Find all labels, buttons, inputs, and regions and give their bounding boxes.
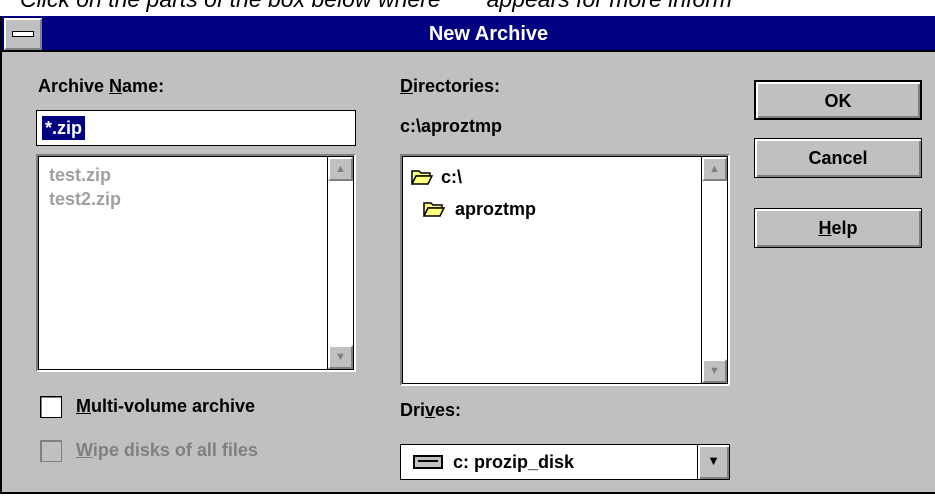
dropdown-arrow-icon[interactable]: ▼ — [697, 445, 729, 479]
help-text-before: Click on the parts of the box below wher… — [20, 0, 441, 12]
list-item[interactable]: test.zip — [49, 165, 111, 186]
directory-item-root[interactable]: c:\ — [441, 167, 462, 188]
scroll-up-arrow-icon[interactable]: ▲ — [328, 157, 353, 181]
directories-label: Directories: — [400, 76, 501, 96]
list-item[interactable]: test2.zip — [49, 189, 121, 210]
new-archive-dialog: New Archive Archive Name: *.zip test.zip… — [0, 16, 935, 494]
directory-list[interactable]: c:\ aproztmp ▲ ▼ — [400, 154, 730, 386]
drives-label: Drives: — [400, 400, 462, 420]
scroll-down-arrow-icon[interactable]: ▼ — [702, 359, 727, 383]
directory-item-aproztmp[interactable]: aproztmp — [455, 199, 536, 220]
archive-file-list[interactable]: test.zip test2.zip ▲ ▼ — [36, 154, 356, 372]
archive-name-value: *.zip — [40, 115, 87, 141]
archive-name-input[interactable]: *.zip — [36, 110, 356, 146]
open-folder-icon — [411, 170, 433, 185]
current-directory-path: c:\aproztmp — [400, 116, 503, 136]
scroll-down-arrow-icon[interactable]: ▼ — [328, 345, 353, 369]
help-text-after: appears for more inform — [487, 0, 732, 12]
help-instruction-text: Click on the parts of the box below wher… — [20, 0, 935, 16]
cancel-button[interactable]: Cancel — [754, 138, 922, 178]
hard-drive-icon — [413, 455, 443, 469]
wipe-disks-label: Wipe disks of all files — [76, 440, 258, 460]
multi-volume-checkbox[interactable] — [40, 396, 62, 418]
open-folder-icon — [423, 202, 445, 217]
dialog-title: New Archive — [428, 23, 549, 45]
drives-select[interactable]: c: prozip_disk ▼ — [400, 444, 730, 480]
system-menu-icon[interactable] — [4, 18, 42, 50]
scroll-up-arrow-icon[interactable]: ▲ — [702, 157, 727, 181]
archive-list-scrollbar[interactable]: ▲ ▼ — [327, 157, 353, 369]
directory-list-scrollbar[interactable]: ▲ ▼ — [701, 157, 727, 383]
archive-name-label: Archive Name: — [38, 76, 165, 96]
drives-selected-value: c: prozip_disk — [453, 452, 575, 472]
wipe-disks-checkbox[interactable] — [40, 440, 62, 462]
help-button[interactable]: Help — [754, 208, 922, 248]
title-bar[interactable]: New Archive — [2, 16, 935, 52]
ok-button[interactable]: OK — [754, 80, 922, 120]
multi-volume-label: Multi-volume archive — [76, 396, 256, 416]
